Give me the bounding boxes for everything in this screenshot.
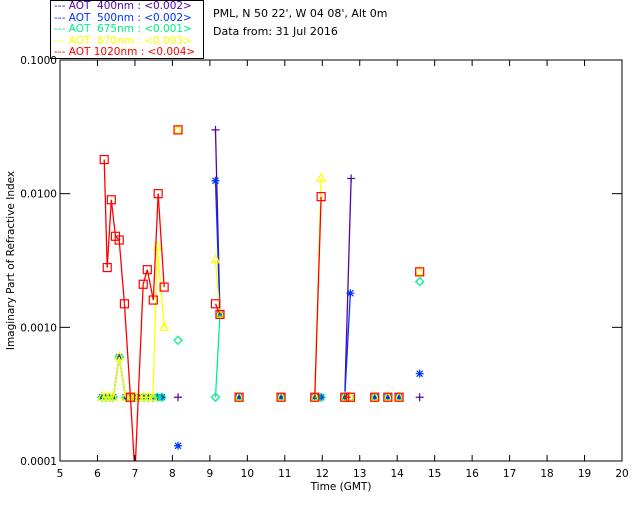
series-line	[106, 199, 112, 268]
plot-area	[96, 123, 425, 461]
series-line	[114, 235, 120, 241]
data-point-plus	[415, 393, 424, 402]
x-tick-label: 7	[132, 468, 139, 480]
y-tick-label: 0.0010	[20, 322, 57, 334]
x-tick-label: 17	[503, 468, 516, 480]
x-tick-label: 15	[428, 468, 441, 480]
series-line	[110, 199, 117, 237]
x-axis-label: Time (GMT)	[310, 481, 372, 493]
data-point-plus	[211, 125, 220, 134]
x-tick-label: 5	[57, 468, 64, 480]
x-tick-label: 12	[316, 468, 329, 480]
x-tick-label: 18	[540, 468, 553, 480]
data-point-asterisk	[415, 369, 424, 378]
data-point-asterisk	[346, 289, 355, 298]
series-line	[118, 239, 126, 304]
x-tick-label: 13	[353, 468, 366, 480]
series	[97, 276, 425, 403]
series	[99, 125, 425, 461]
x-tick-label: 16	[465, 468, 479, 480]
series-line	[103, 159, 108, 268]
series	[97, 176, 424, 450]
series-line	[344, 178, 352, 398]
data-point-plus	[347, 174, 356, 183]
x-tick-label: 8	[169, 468, 176, 480]
x-tick-label: 20	[615, 468, 628, 480]
y-tick-label: 0.1000	[20, 55, 57, 67]
series-line	[123, 303, 132, 398]
data-point-asterisk	[211, 176, 220, 185]
x-tick-label: 10	[241, 468, 254, 480]
series-line	[134, 284, 144, 461]
y-axis-label: Imaginary Part of Refractive Index	[5, 171, 17, 350]
data-point-plus	[174, 393, 183, 402]
series-line	[214, 314, 221, 398]
series	[97, 125, 424, 402]
x-tick-label: 6	[94, 468, 101, 480]
data-point-diamond	[414, 276, 425, 287]
series-line	[314, 196, 322, 398]
data-point-diamond	[173, 335, 183, 346]
data-point-asterisk	[174, 441, 183, 450]
series-line	[112, 356, 120, 398]
chart: 5 6 7 8 9 10 11 12 13 14 15 16 17 18 19 20 0.1000 0.0100 0…	[5, 55, 629, 493]
x-tick-label: 9	[207, 468, 214, 480]
series	[96, 123, 425, 401]
series-line	[156, 246, 165, 328]
series-line	[118, 356, 127, 398]
series-line	[129, 397, 135, 461]
x-tick-label: 19	[578, 468, 591, 480]
y-tick-label: 0.0100	[20, 189, 57, 201]
x-tick-label: 11	[278, 468, 291, 480]
x-tick-label: 14	[391, 468, 405, 480]
y-tick-label: 0.0001	[20, 456, 57, 468]
